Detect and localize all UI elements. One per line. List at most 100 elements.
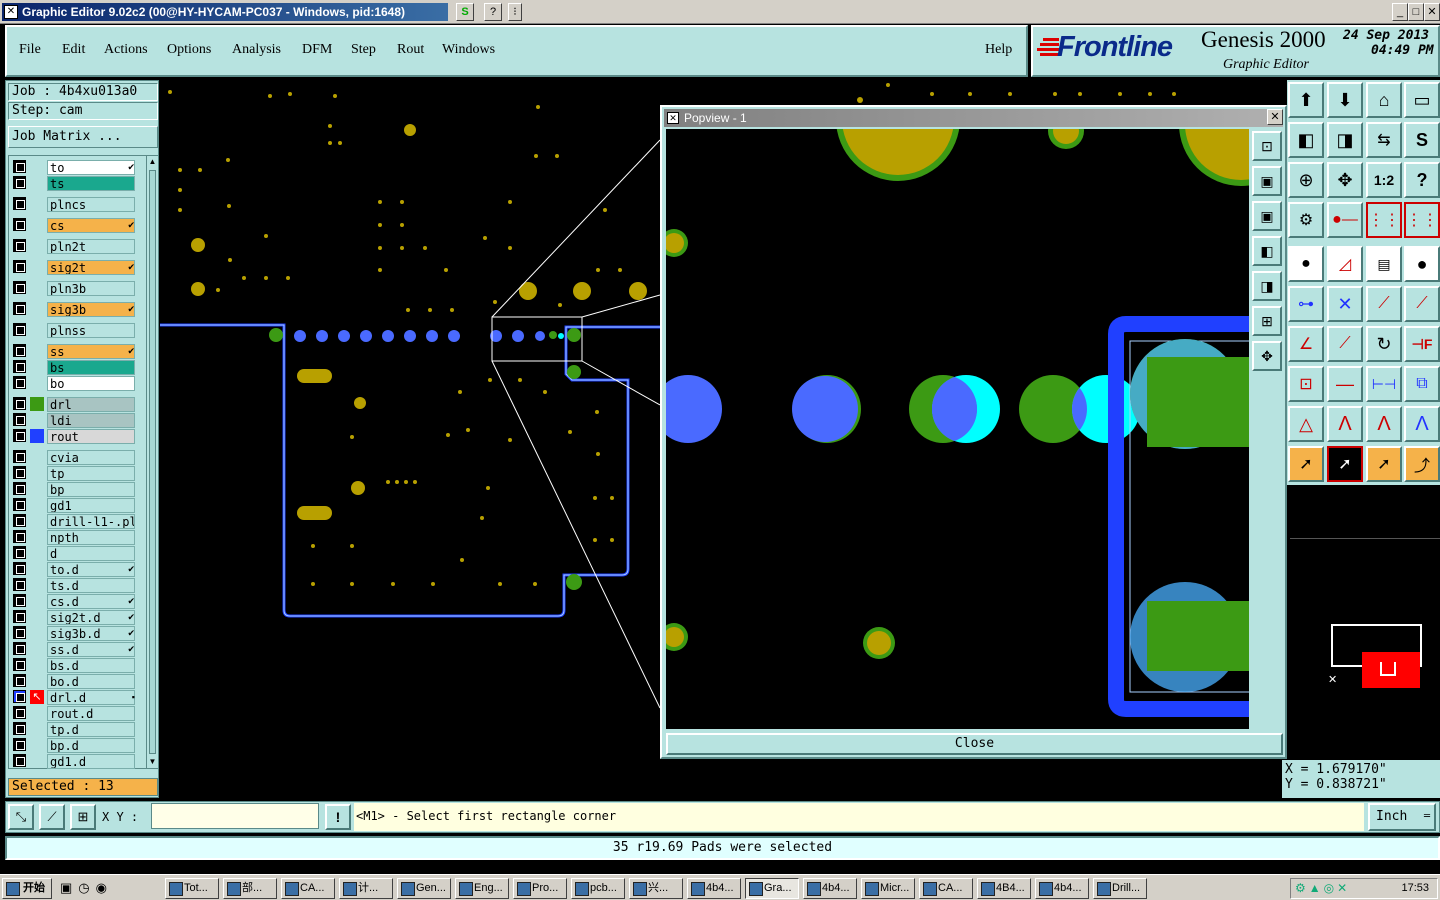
layer-row[interactable]: plnss — [13, 323, 137, 339]
layer-row[interactable]: sig3b ✔ — [13, 302, 137, 318]
layer-row[interactable]: bp — [13, 482, 137, 498]
minimize-icon[interactable]: _ — [1392, 3, 1408, 21]
tool-route-icon[interactable]: ⤴ — [1404, 446, 1440, 482]
layer-color-swatch[interactable] — [30, 578, 44, 592]
tool-angle-icon[interactable]: ∠ — [1288, 326, 1324, 362]
layer-checkbox[interactable] — [13, 218, 26, 231]
dropdown-icon[interactable]: ⁝ — [508, 3, 522, 21]
maximize-icon[interactable]: □ — [1408, 3, 1424, 21]
scroll-up-icon[interactable]: ▲ — [148, 157, 157, 167]
taskbar-item[interactable]: 4b4... — [687, 878, 741, 899]
layer-color-swatch[interactable] — [30, 260, 44, 274]
layer-color-swatch[interactable] — [30, 344, 44, 358]
layer-name[interactable]: cvia — [47, 450, 135, 465]
layer-name[interactable]: d — [47, 546, 135, 561]
layer-color-swatch[interactable] — [30, 658, 44, 672]
layer-checkbox[interactable] — [13, 562, 26, 575]
tool-window-icon[interactable]: ▭ — [1404, 82, 1440, 118]
layer-color-swatch[interactable] — [30, 397, 44, 411]
layer-color-swatch[interactable] — [30, 674, 44, 688]
layer-checkbox[interactable] — [13, 546, 26, 559]
tool-arc-icon[interactable]: ↻ — [1366, 326, 1402, 362]
layer-checkbox[interactable] — [13, 239, 26, 252]
layer-color-swatch[interactable] — [30, 376, 44, 390]
taskbar-item[interactable]: pcb... — [571, 878, 625, 899]
layer-row[interactable]: ↖ drl.d ▪ — [13, 690, 137, 706]
tool-zoom-fit-icon[interactable]: ⬆ — [1288, 82, 1324, 118]
menu-file[interactable]: File — [19, 42, 41, 58]
layer-row[interactable]: plncs — [13, 197, 137, 213]
layer-row[interactable]: sig3b.d ✔ — [13, 626, 137, 642]
layer-checkbox[interactable] — [13, 514, 26, 527]
layer-row[interactable]: cvia — [13, 450, 137, 466]
tool-select-icon[interactable]: ➚ — [1327, 446, 1363, 482]
layer-color-swatch[interactable] — [30, 754, 44, 768]
layer-color-swatch[interactable] — [30, 530, 44, 544]
menu-dfm[interactable]: DFM — [302, 42, 332, 58]
layer-color-swatch[interactable] — [30, 239, 44, 253]
layer-name[interactable]: drl.d — [47, 690, 135, 705]
layer-row[interactable]: pln3b — [13, 281, 137, 297]
tool-home-icon[interactable]: ⌂ — [1366, 82, 1402, 118]
layer-name[interactable]: drl — [47, 397, 135, 412]
tool-scale-icon[interactable]: 1:2 — [1366, 162, 1402, 198]
layer-name[interactable]: rout.d — [47, 706, 135, 721]
layer-checkbox[interactable] — [13, 738, 26, 751]
popview-zoom-out-icon[interactable]: ✥ — [1252, 341, 1282, 371]
layer-row[interactable]: ts — [13, 176, 137, 192]
tool-peak-blue-icon[interactable]: Λ — [1404, 406, 1440, 442]
layer-checkbox[interactable] — [13, 674, 26, 687]
layer-name[interactable]: plnss — [47, 323, 135, 338]
taskbar-item[interactable]: CA... — [281, 878, 335, 899]
taskbar-item[interactable]: CA... — [919, 878, 973, 899]
layer-row[interactable]: tp — [13, 466, 137, 482]
layer-checkbox[interactable] — [13, 360, 26, 373]
popview-pan-down-icon[interactable]: ▣ — [1252, 201, 1282, 231]
layer-checkbox[interactable] — [13, 722, 26, 735]
layer-name[interactable]: npth — [47, 530, 135, 545]
taskbar-item[interactable]: 4b4... — [1035, 878, 1089, 899]
layer-color-swatch[interactable] — [30, 642, 44, 656]
layer-name[interactable]: ldi — [47, 413, 135, 428]
layer-color-swatch[interactable] — [30, 546, 44, 560]
layer-row[interactable]: d — [13, 546, 137, 562]
layer-row[interactable]: to.d ✔ — [13, 562, 137, 578]
menu-analysis[interactable]: Analysis — [232, 42, 281, 58]
popview-close-icon[interactable]: ✕ — [1267, 109, 1283, 125]
layer-row[interactable]: rout.d — [13, 706, 137, 722]
layer-color-swatch[interactable] — [30, 498, 44, 512]
layer-name[interactable]: sig3b — [47, 302, 135, 317]
layer-name[interactable]: sig2t — [47, 260, 135, 275]
xy-input[interactable] — [151, 803, 319, 829]
tool-layers-alt-icon[interactable]: ⋮⋮ — [1404, 202, 1440, 238]
layer-row[interactable]: sig2t ✔ — [13, 260, 137, 276]
layer-row[interactable]: drill-l1-.pl — [13, 514, 137, 530]
tool-circle-icon[interactable]: ● — [1404, 246, 1440, 282]
taskbar-item[interactable]: 计... — [339, 878, 393, 899]
taskbar-item[interactable]: Micr... — [861, 878, 915, 899]
s-tool-icon[interactable]: S — [456, 3, 474, 21]
layer-name[interactable]: gd1 — [47, 498, 135, 513]
tool-pointer-alt-icon[interactable]: ➚ — [1366, 446, 1402, 482]
tool-pan-left-icon[interactable]: ◧ — [1288, 122, 1324, 158]
layer-name[interactable]: pln2t — [47, 239, 135, 254]
tool-group-icon[interactable]: ⧉ — [1404, 366, 1440, 402]
layer-color-swatch[interactable] — [30, 197, 44, 211]
menu-windows[interactable]: Windows — [442, 42, 495, 58]
units-select[interactable]: Inch ═ — [1368, 803, 1436, 831]
tool-delete-icon[interactable]: ✕ — [1327, 286, 1363, 322]
layer-color-swatch[interactable] — [30, 218, 44, 232]
layer-name[interactable]: ts.d — [47, 578, 135, 593]
layer-checkbox[interactable] — [13, 281, 26, 294]
tool-measure-icon[interactable]: ●— — [1327, 202, 1363, 238]
start-button[interactable]: 开始 — [2, 878, 52, 899]
tool-resize-icon[interactable]: ⊢⊣ — [1366, 366, 1402, 402]
layer-name[interactable]: plncs — [47, 197, 135, 212]
layer-checkbox[interactable] — [13, 260, 26, 273]
menu-edit[interactable]: Edit — [62, 42, 85, 58]
layer-checkbox[interactable] — [13, 530, 26, 543]
layer-row[interactable]: sig2t.d ✔ — [13, 610, 137, 626]
tool-surface-icon[interactable]: ◿ — [1327, 246, 1363, 282]
graphic-canvas[interactable] — [160, 80, 660, 798]
layer-checkbox[interactable] — [13, 754, 26, 767]
